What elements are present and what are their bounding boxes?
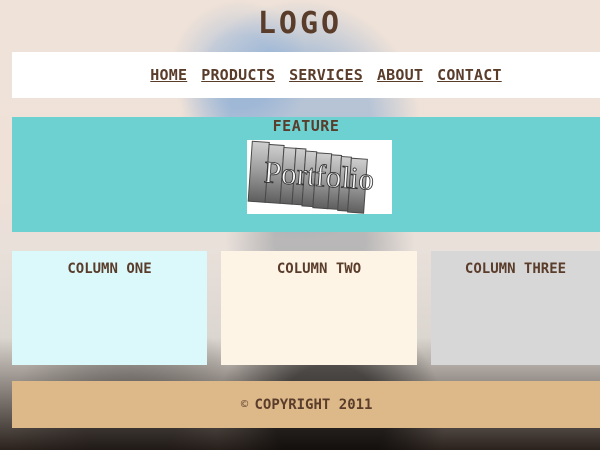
nav-link-products[interactable]: PRODUCTS [201,66,275,84]
column-one-title: COLUMN ONE [67,261,152,277]
copyright-symbol: © [239,399,250,410]
column-two: COLUMN TWO [221,251,417,365]
column-three-title: COLUMN THREE [464,261,567,277]
feature-title: FEATURE [272,117,340,135]
portfolio-letterpress-graphic: Portfolio [247,140,392,214]
nav-items: HOME PRODUCTS SERVICES ABOUT CONTACT [150,66,501,84]
feature-section: FEATURE Portfolio [12,117,600,232]
nav-link-contact[interactable]: CONTACT [437,66,502,84]
column-two-title: COLUMN TWO [276,261,362,277]
column-three: COLUMN THREE [431,251,600,365]
copyright-text: COPYRIGHT 2011 [254,396,373,413]
footer: © COPYRIGHT 2011 [12,381,600,428]
site-logo[interactable]: LOGO [0,6,600,41]
column-one: COLUMN ONE [12,251,207,365]
nav-link-services[interactable]: SERVICES [289,66,363,84]
portfolio-image: Portfolio [247,140,392,214]
nav-link-about[interactable]: ABOUT [377,66,423,84]
nav-bar: HOME PRODUCTS SERVICES ABOUT CONTACT [12,52,600,98]
nav-link-home[interactable]: HOME [150,66,187,84]
